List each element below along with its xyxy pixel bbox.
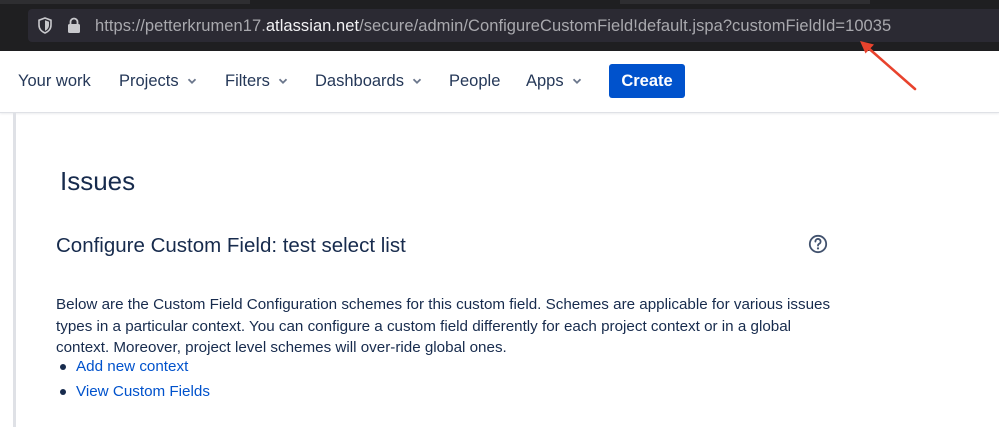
nav-people-label: People: [449, 72, 501, 90]
browser-tab-strip: [0, 0, 250, 4]
url-host: atlassian.net: [265, 17, 360, 35]
chevron-down-icon: [278, 78, 288, 84]
nav-dashboards[interactable]: Dashboards: [315, 71, 422, 91]
action-links: Add new context View Custom Fields: [58, 354, 210, 404]
shield-icon[interactable]: [37, 17, 53, 34]
nav-people[interactable]: People: [449, 71, 500, 91]
browser-tab-strip: [620, 0, 870, 4]
nav-filters-label: Filters: [225, 72, 270, 90]
chevron-down-icon: [187, 78, 196, 84]
sidebar-divider: [13, 113, 16, 427]
bullet: [60, 363, 66, 370]
address-bar[interactable]: https://petterkrumen17.atlassian.net/sec…: [28, 9, 999, 42]
nav-dashboards-label: Dashboards: [315, 72, 404, 90]
browser-toolbar: https://petterkrumen17.atlassian.net/sec…: [0, 0, 999, 51]
nav-filters[interactable]: Filters: [225, 71, 288, 91]
list-item: Add new context: [58, 354, 210, 379]
add-new-context-link[interactable]: Add new context: [76, 357, 188, 377]
url-prefix: https://petterkrumen17.: [95, 17, 266, 35]
url-text[interactable]: https://petterkrumen17.atlassian.net/sec…: [95, 16, 891, 36]
nav-projects-label: Projects: [119, 72, 179, 90]
annotation-arrow-icon: [860, 41, 917, 91]
section-title: Configure Custom Field: test select list: [56, 234, 406, 257]
list-item: View Custom Fields: [58, 379, 210, 404]
page-title: Issues: [60, 166, 136, 196]
view-custom-fields-link[interactable]: View Custom Fields: [76, 382, 210, 402]
top-navigation: Your work Projects Filters Dashboards Pe…: [0, 51, 999, 113]
question-circle-icon[interactable]: [808, 234, 828, 254]
description-text: Below are the Custom Field Configuration…: [56, 296, 831, 357]
nav-projects[interactable]: Projects: [119, 71, 197, 91]
nav-your-work-label: Your work: [18, 72, 91, 90]
nav-apps[interactable]: Apps: [526, 71, 582, 91]
bullet: [60, 388, 66, 395]
lock-icon[interactable]: [67, 17, 81, 34]
nav-your-work[interactable]: Your work: [18, 71, 91, 91]
url-path: /secure/admin/ConfigureCustomField!defau…: [359, 17, 892, 35]
nav-apps-label: Apps: [526, 72, 564, 90]
chevron-down-icon: [412, 78, 422, 84]
create-button[interactable]: Create: [609, 64, 685, 98]
chevron-down-icon: [572, 78, 581, 84]
